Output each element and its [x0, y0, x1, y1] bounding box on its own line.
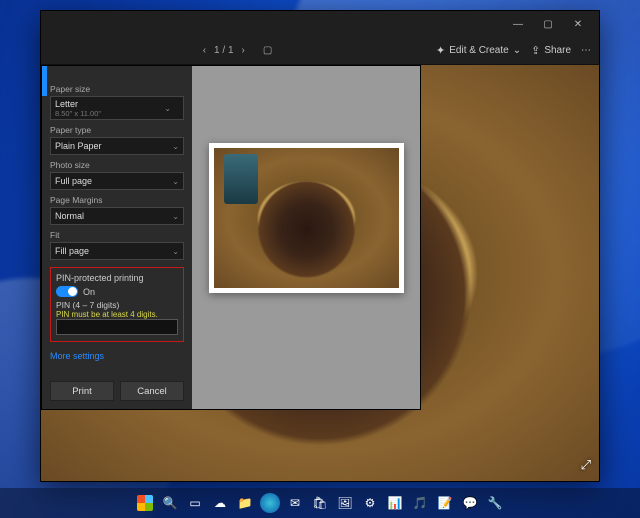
taskbar-app-icon[interactable]: 📊	[385, 493, 405, 513]
fit-value: Fill page	[55, 246, 89, 256]
pin-warning: PIN must be at least 4 digits.	[56, 310, 178, 319]
fit-select[interactable]: Fill page ⌄	[50, 242, 184, 260]
paper-size-sub: 8.50" x 11.00"	[55, 109, 101, 118]
titlebar: — ▢ ✕	[41, 11, 599, 37]
slideshow-icon[interactable]: ▢	[263, 45, 272, 56]
app-toolbar: ‹ 1 / 1 › ▢ ✦ Edit & Create ⌄ ⇪ Share ⋯	[41, 37, 599, 65]
print-dialog: Paper size Letter 8.50" x 11.00" ⌄ Paper…	[41, 65, 421, 410]
page-indicator: 1 / 1	[214, 45, 233, 56]
photo-size-value: Full page	[55, 176, 92, 186]
chevron-down-icon: ⌄	[172, 177, 179, 186]
edit-create-button[interactable]: ✦ Edit & Create ⌄	[436, 44, 521, 57]
store-icon[interactable]: 🛍	[310, 493, 330, 513]
settings-icon[interactable]: ⚙	[360, 493, 380, 513]
cancel-button[interactable]: Cancel	[120, 381, 184, 401]
paper-type-value: Plain Paper	[55, 141, 102, 151]
page-margins-field: Page Margins Normal ⌄	[50, 195, 184, 225]
share-label: Share	[544, 45, 571, 56]
accent-strip	[42, 66, 47, 96]
pin-section-label: PIN-protected printing	[56, 273, 144, 283]
paper-type-select[interactable]: Plain Paper ⌄	[50, 137, 184, 155]
fit-field: Fit Fill page ⌄	[50, 230, 184, 260]
chevron-down-icon: ⌄	[513, 45, 521, 56]
window-close-button[interactable]: ✕	[563, 19, 593, 30]
paper-size-field: Paper size Letter 8.50" x 11.00" ⌄	[50, 84, 184, 120]
page-nav: ‹ 1 / 1 › ▢	[203, 45, 273, 56]
fit-label: Fit	[50, 230, 184, 240]
share-icon: ⇪	[531, 44, 540, 57]
preview-thumbnail	[214, 148, 399, 288]
prev-page-icon[interactable]: ‹	[203, 45, 206, 56]
photo-size-field: Photo size Full page ⌄	[50, 160, 184, 190]
pin-on-label: On	[83, 287, 95, 297]
page-margins-label: Page Margins	[50, 195, 184, 205]
taskbar-app-icon[interactable]: 🎵	[410, 493, 430, 513]
taskbar-app-icon[interactable]: 📝	[435, 493, 455, 513]
paper-size-label: Paper size	[50, 84, 184, 94]
photo-size-label: Photo size	[50, 160, 184, 170]
windows-logo-icon	[137, 495, 153, 511]
pin-input[interactable]	[56, 319, 178, 335]
preview-page	[209, 143, 404, 293]
widgets-icon[interactable]: ☁	[210, 493, 230, 513]
paper-type-label: Paper type	[50, 125, 184, 135]
chevron-down-icon: ⌄	[172, 212, 179, 221]
search-icon[interactable]: 🔍	[160, 493, 180, 513]
edit-create-label: Edit & Create	[449, 45, 508, 56]
chevron-down-icon: ⌄	[164, 104, 171, 113]
task-view-icon[interactable]: ▭	[185, 493, 205, 513]
paper-size-select[interactable]: Letter 8.50" x 11.00" ⌄	[50, 96, 184, 120]
paper-type-field: Paper type Plain Paper ⌄	[50, 125, 184, 155]
photos-app-window: — ▢ ✕ ‹ 1 / 1 › ▢ ✦ Edit & Create ⌄ ⇪ Sh…	[40, 10, 600, 482]
more-button[interactable]: ⋯	[581, 45, 591, 56]
start-button[interactable]	[135, 493, 155, 513]
print-button[interactable]: Print	[50, 381, 114, 401]
window-minimize-button[interactable]: —	[503, 19, 533, 30]
taskbar: 🔍 ▭ ☁ 📁 ✉ 🛍 🖼 ⚙ 📊 🎵 📝 💬 🔧	[0, 488, 640, 518]
photo-size-select[interactable]: Full page ⌄	[50, 172, 184, 190]
page-margins-select[interactable]: Normal ⌄	[50, 207, 184, 225]
taskbar-app-icon[interactable]: 🔧	[485, 493, 505, 513]
paper-size-value: Letter	[55, 99, 78, 109]
chevron-down-icon: ⌄	[172, 142, 179, 151]
pin-toggle[interactable]	[56, 286, 78, 297]
more-icon: ⋯	[581, 45, 591, 56]
print-settings-panel: Paper size Letter 8.50" x 11.00" ⌄ Paper…	[42, 66, 192, 409]
taskbar-app-icon[interactable]: 💬	[460, 493, 480, 513]
window-maximize-button[interactable]: ▢	[533, 19, 563, 30]
chevron-down-icon: ⌄	[172, 247, 179, 256]
photos-icon[interactable]: 🖼	[335, 493, 355, 513]
sparkle-icon: ✦	[436, 44, 445, 57]
pin-hint: PIN (4 – 7 digits)	[56, 300, 178, 310]
print-preview-area	[192, 66, 420, 409]
page-margins-value: Normal	[55, 211, 84, 221]
edge-icon[interactable]	[260, 493, 280, 513]
more-settings-link[interactable]: More settings	[50, 351, 184, 361]
share-button[interactable]: ⇪ Share	[531, 44, 571, 57]
fullscreen-icon[interactable]: ⤢	[581, 457, 591, 473]
next-page-icon[interactable]: ›	[242, 45, 245, 56]
mail-icon[interactable]: ✉	[285, 493, 305, 513]
pin-protected-section: PIN-protected printing On PIN (4 – 7 dig…	[50, 267, 184, 342]
explorer-icon[interactable]: 📁	[235, 493, 255, 513]
